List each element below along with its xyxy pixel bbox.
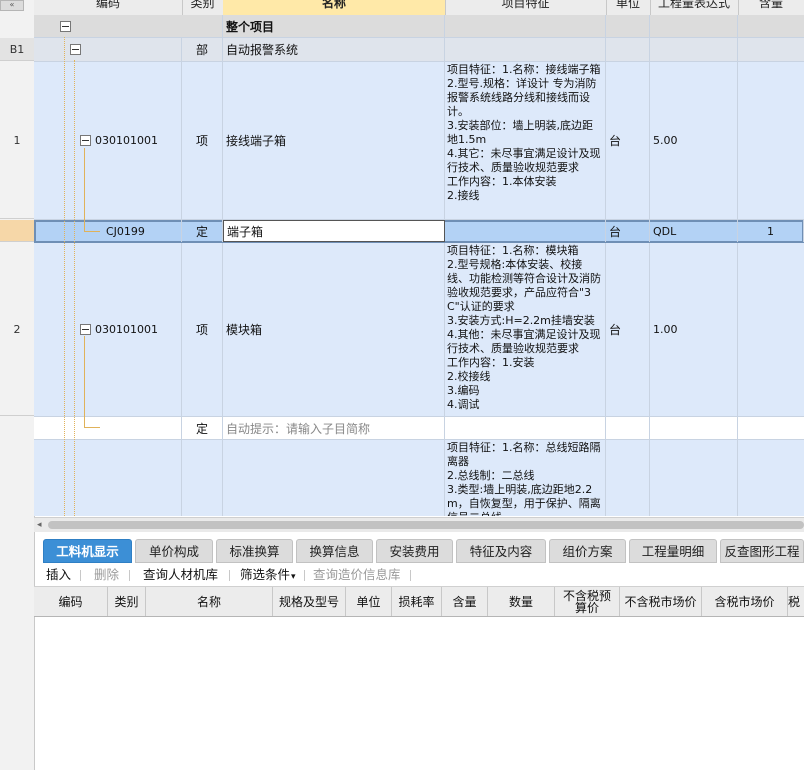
collapse-toggle-icon[interactable] (60, 20, 71, 32)
table-row-1[interactable]: 030101001 项 接线端子箱 项目特征：1.名称：接线端子箱 2.型号.规… (34, 62, 804, 220)
material-table-header: 编码 类别 名称 规格及型号 单位 损耗率 含量 数量 不含税预 算价 不含税市… (34, 587, 804, 617)
b1-type: 部 (182, 38, 223, 61)
row3-feature[interactable]: 项目特征：1.名称：总线短路隔离器 2.总线制：二总线 3.类型:墙上明装,底边… (445, 440, 606, 516)
row2-name[interactable]: 模块箱 (223, 243, 445, 416)
row-header-1[interactable]: 1 (0, 62, 34, 219)
col-header-quantity[interactable]: 数量 (488, 587, 555, 616)
table-row-3[interactable]: 项目特征：1.名称：总线短路隔离器 2.总线制：二总线 3.类型:墙上明装,底边… (34, 440, 804, 516)
row2-feature[interactable]: 项目特征：1.名称：模块箱 2.型号规格:本体安装、校接线、功能检测等符合设计及… (445, 243, 606, 416)
scroll-thumb[interactable] (48, 521, 804, 529)
row2-type: 项 (182, 243, 223, 416)
tab-unit-price[interactable]: 单价构成 (135, 539, 213, 563)
grid-header: 编码 类别 名称 项目特征 单位 工程量表达式 含量 (34, 0, 804, 16)
root-name: 整个项目 (223, 15, 445, 37)
query-price-info-button[interactable]: 查询造价信息库 (313, 564, 401, 586)
row1-qty-expr[interactable]: 5.00 (650, 62, 738, 219)
detail-tabs: 工料机显示 单价构成 标准换算 换算信息 安装费用 特征及内容 组价方案 工程量… (34, 538, 804, 564)
sub1-unit: 台 (606, 220, 650, 242)
col-header-type[interactable]: 类别 (108, 587, 146, 616)
tree-line (64, 37, 66, 516)
sub1-content[interactable]: 1 (738, 220, 804, 242)
filter-label: 筛选条件 (240, 567, 291, 582)
tree-line (84, 427, 100, 429)
col-header-spec[interactable]: 规格及型号 (273, 587, 346, 616)
collapse-toggle-icon[interactable] (70, 44, 81, 55)
row1-code: 030101001 (95, 134, 158, 147)
row-header-b1[interactable]: B1 (0, 38, 34, 61)
tab-pricing-scheme[interactable]: 组价方案 (549, 539, 626, 563)
col-header-budget-price[interactable]: 不含税预 算价 (555, 587, 620, 616)
tree-line (74, 60, 76, 516)
hint-type: 定 (182, 417, 223, 439)
b1-name[interactable]: 自动报警系统 (223, 38, 445, 61)
col-header-code[interactable]: 编码 (34, 587, 108, 616)
tab-reverse-lookup[interactable]: 反查图形工程 (720, 539, 804, 563)
bill-grid: 编码 类别 名称 项目特征 单位 工程量表达式 含量 整个项目 部 自动报警系统… (34, 0, 804, 516)
tab-quantity-detail[interactable]: 工程量明细 (629, 539, 717, 563)
chevron-down-icon: ▾ (291, 572, 296, 582)
collapse-all-icon[interactable]: « (0, 0, 24, 11)
tab-install-fee[interactable]: 安装费用 (376, 539, 453, 563)
scroll-left-icon[interactable]: ◂ (37, 518, 42, 532)
row-header-selected[interactable] (0, 220, 34, 242)
delete-button[interactable]: 删除 (94, 564, 119, 586)
col-header-content[interactable]: 含量 (738, 0, 804, 15)
hint-name[interactable]: 自动提示：请输入子目简称 (223, 417, 445, 439)
tree-line (84, 336, 86, 427)
col-header-tax[interactable]: 税 (788, 587, 804, 616)
sub1-name-editor[interactable]: 端子箱 (223, 220, 445, 242)
col-header-content[interactable]: 含量 (442, 587, 488, 616)
col-header-code[interactable]: 编码 (34, 0, 183, 15)
detail-toolbar: 插入 删除 查询人材机库 筛选条件▾ 查询造价信息库 (34, 564, 804, 587)
table-row-root[interactable]: 整个项目 (34, 15, 804, 38)
col-header-type[interactable]: 类别 (182, 0, 224, 15)
tab-conversion-info[interactable]: 换算信息 (296, 539, 373, 563)
tab-standard-conversion[interactable]: 标准换算 (216, 539, 293, 563)
horizontal-scrollbar[interactable]: ◂ (34, 517, 804, 532)
table-row-2[interactable]: 030101001 项 模块箱 项目特征：1.名称：模块箱 2.型号规格:本体安… (34, 243, 804, 417)
col-header-unit[interactable]: 单位 (346, 587, 392, 616)
col-header-name[interactable]: 名称 (146, 587, 273, 616)
col-header-tax-market-price[interactable]: 含税市场价 (702, 587, 788, 616)
row2-unit: 台 (606, 243, 650, 416)
sub1-qty-expr[interactable]: QDL (650, 220, 738, 242)
col-header-feature[interactable]: 项目特征 (445, 0, 607, 15)
row-header-2[interactable]: 2 (0, 243, 34, 416)
row2-code: 030101001 (95, 323, 158, 336)
query-material-lib-button[interactable]: 查询人材机库 (143, 564, 218, 586)
row1-feature[interactable]: 项目特征：1.名称：接线端子箱 2.型号.规格：详设计 专为消防报警系统线路分线… (445, 62, 606, 219)
table-row-sub-selected[interactable]: CJ0199 定 端子箱 台 QDL 1 (34, 220, 804, 243)
row1-type: 项 (182, 62, 223, 219)
collapse-toggle-icon[interactable] (80, 135, 91, 146)
col-header-unit[interactable]: 单位 (606, 0, 651, 15)
col-header-market-price[interactable]: 不含税市场价 (620, 587, 702, 616)
filter-dropdown[interactable]: 筛选条件▾ (240, 564, 296, 586)
collapse-toggle-icon[interactable] (80, 324, 91, 335)
tree-line (84, 231, 100, 233)
table-row-hint[interactable]: 定 自动提示：请输入子目简称 (34, 417, 804, 440)
insert-button[interactable]: 插入 (46, 564, 71, 586)
col-header-name[interactable]: 名称 (223, 0, 446, 15)
sub1-code: CJ0199 (34, 220, 182, 242)
col-header-loss-rate[interactable]: 损耗率 (392, 587, 442, 616)
sub1-type: 定 (182, 220, 223, 242)
tree-line (84, 148, 86, 232)
tab-feature-content[interactable]: 特征及内容 (456, 539, 546, 563)
row2-qty-expr[interactable]: 1.00 (650, 243, 738, 416)
tab-labor-material[interactable]: 工料机显示 (43, 539, 132, 563)
row1-name[interactable]: 接线端子箱 (223, 62, 445, 219)
table-row-b1[interactable]: 部 自动报警系统 (34, 38, 804, 62)
row1-unit: 台 (606, 62, 650, 219)
col-header-qty-expr[interactable]: 工程量表达式 (650, 0, 739, 15)
